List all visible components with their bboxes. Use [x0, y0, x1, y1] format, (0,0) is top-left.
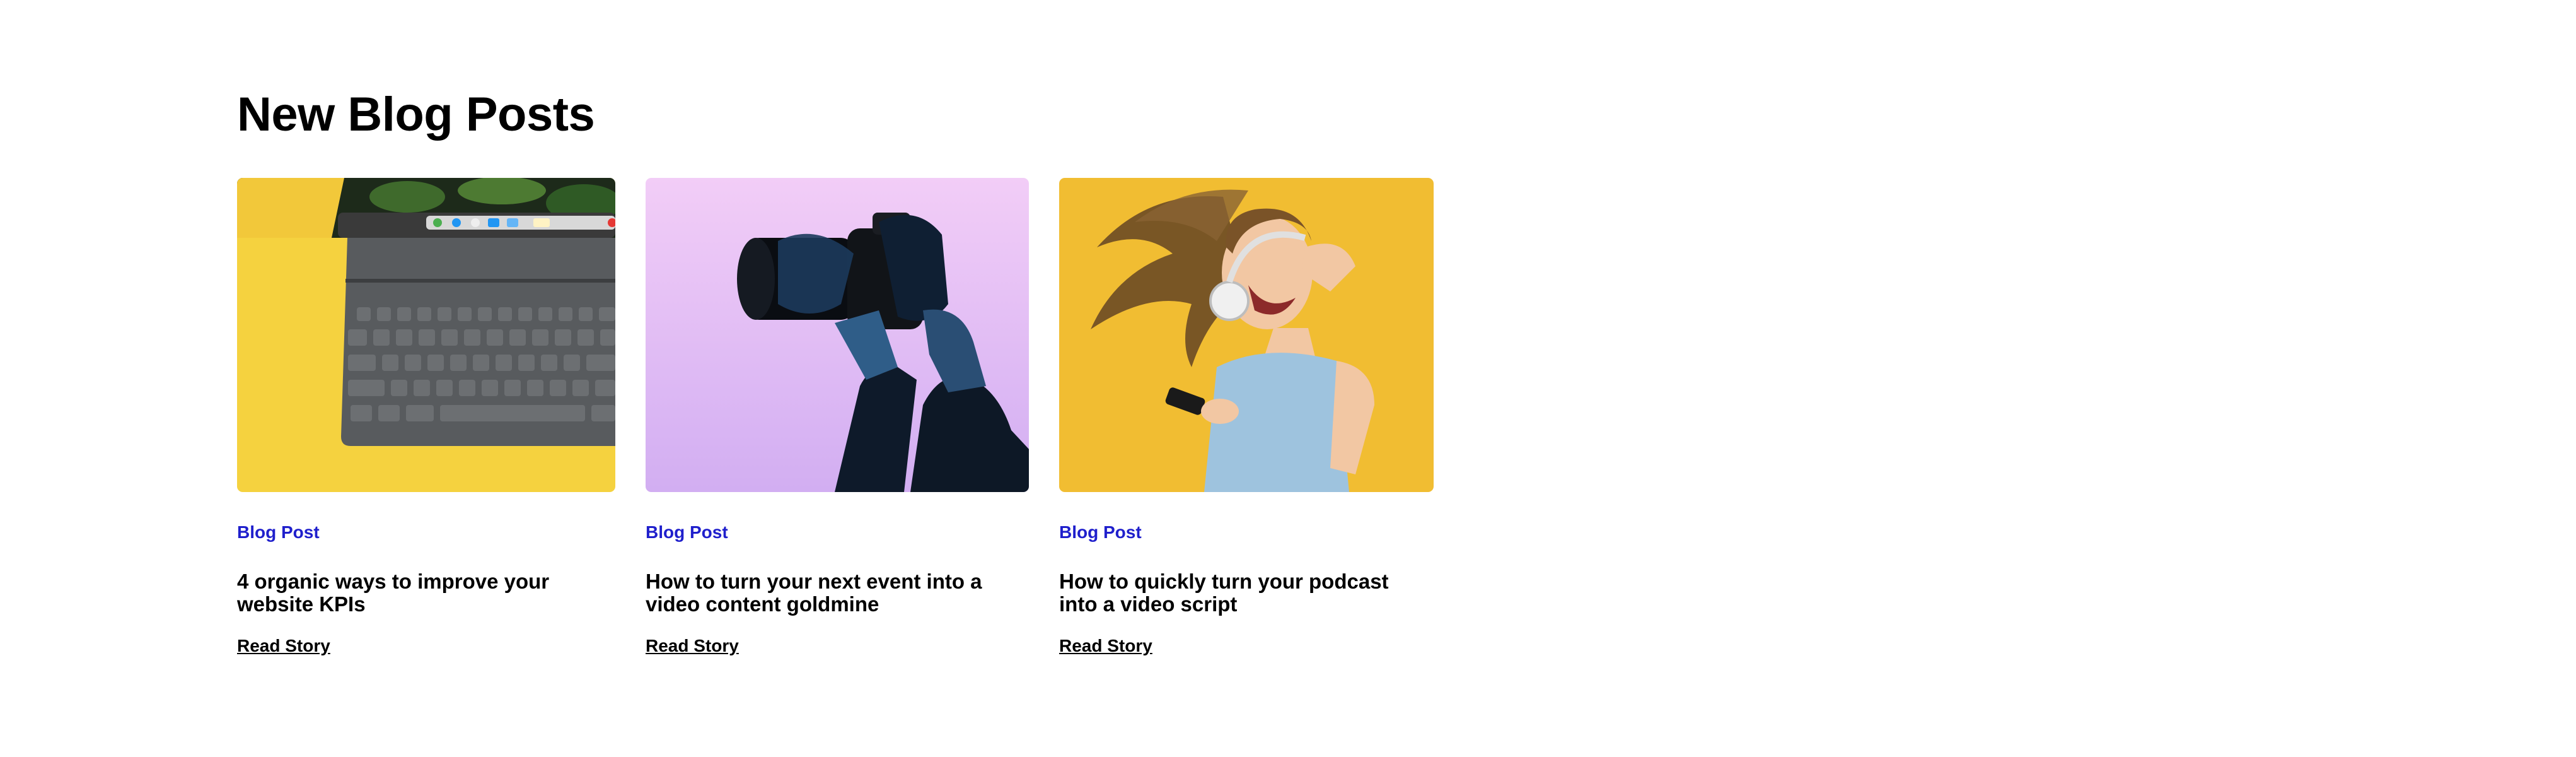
blog-card-category: Blog Post	[1059, 522, 1142, 542]
tablet-keyboard-photo	[237, 178, 615, 492]
read-story-link[interactable]: Read Story	[646, 636, 739, 656]
read-story-link[interactable]: Read Story	[1059, 636, 1152, 656]
section-title: New Blog Posts	[237, 88, 595, 141]
blog-card-image[interactable]	[646, 178, 1029, 492]
blog-card-title[interactable]: How to turn your next event into a video…	[646, 570, 1011, 616]
blog-card[interactable]: Blog Post 4 organic ways to improve your…	[237, 178, 615, 655]
blog-card[interactable]: Blog Post How to quickly turn your podca…	[1059, 178, 1434, 655]
blog-card-title[interactable]: 4 organic ways to improve your website K…	[237, 570, 565, 616]
blog-card-image[interactable]	[1059, 178, 1434, 492]
woman-with-headphones-photo	[1059, 178, 1434, 492]
blog-section: New Blog Posts	[237, 87, 595, 143]
blog-card-title[interactable]: How to quickly turn your podcast into a …	[1059, 570, 1412, 616]
read-story-link[interactable]: Read Story	[237, 636, 330, 656]
blog-card[interactable]: Blog Post How to turn your next event in…	[646, 178, 1029, 655]
hands-holding-camera-photo	[646, 178, 1029, 492]
blog-card-category: Blog Post	[237, 522, 320, 542]
blog-card-category: Blog Post	[646, 522, 728, 542]
blog-card-image[interactable]	[237, 178, 615, 492]
